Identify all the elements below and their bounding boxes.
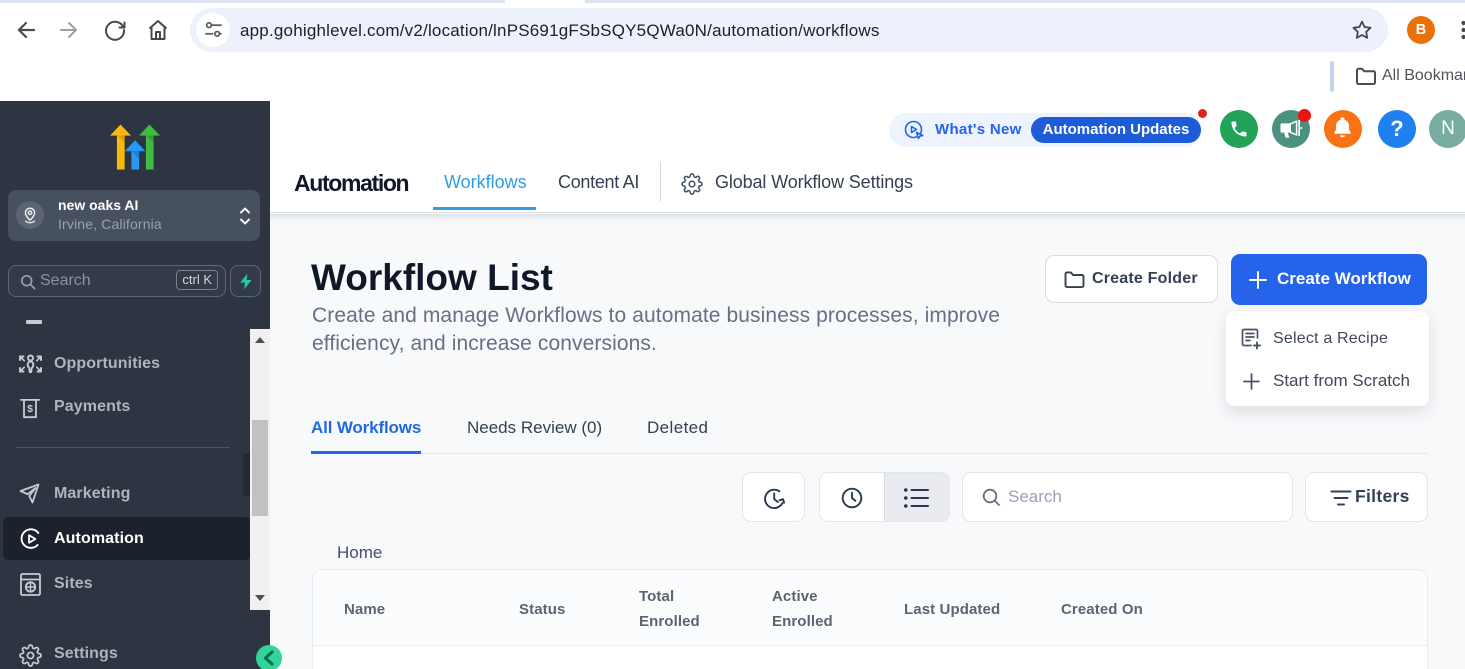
svg-text:$: $ xyxy=(27,403,33,415)
